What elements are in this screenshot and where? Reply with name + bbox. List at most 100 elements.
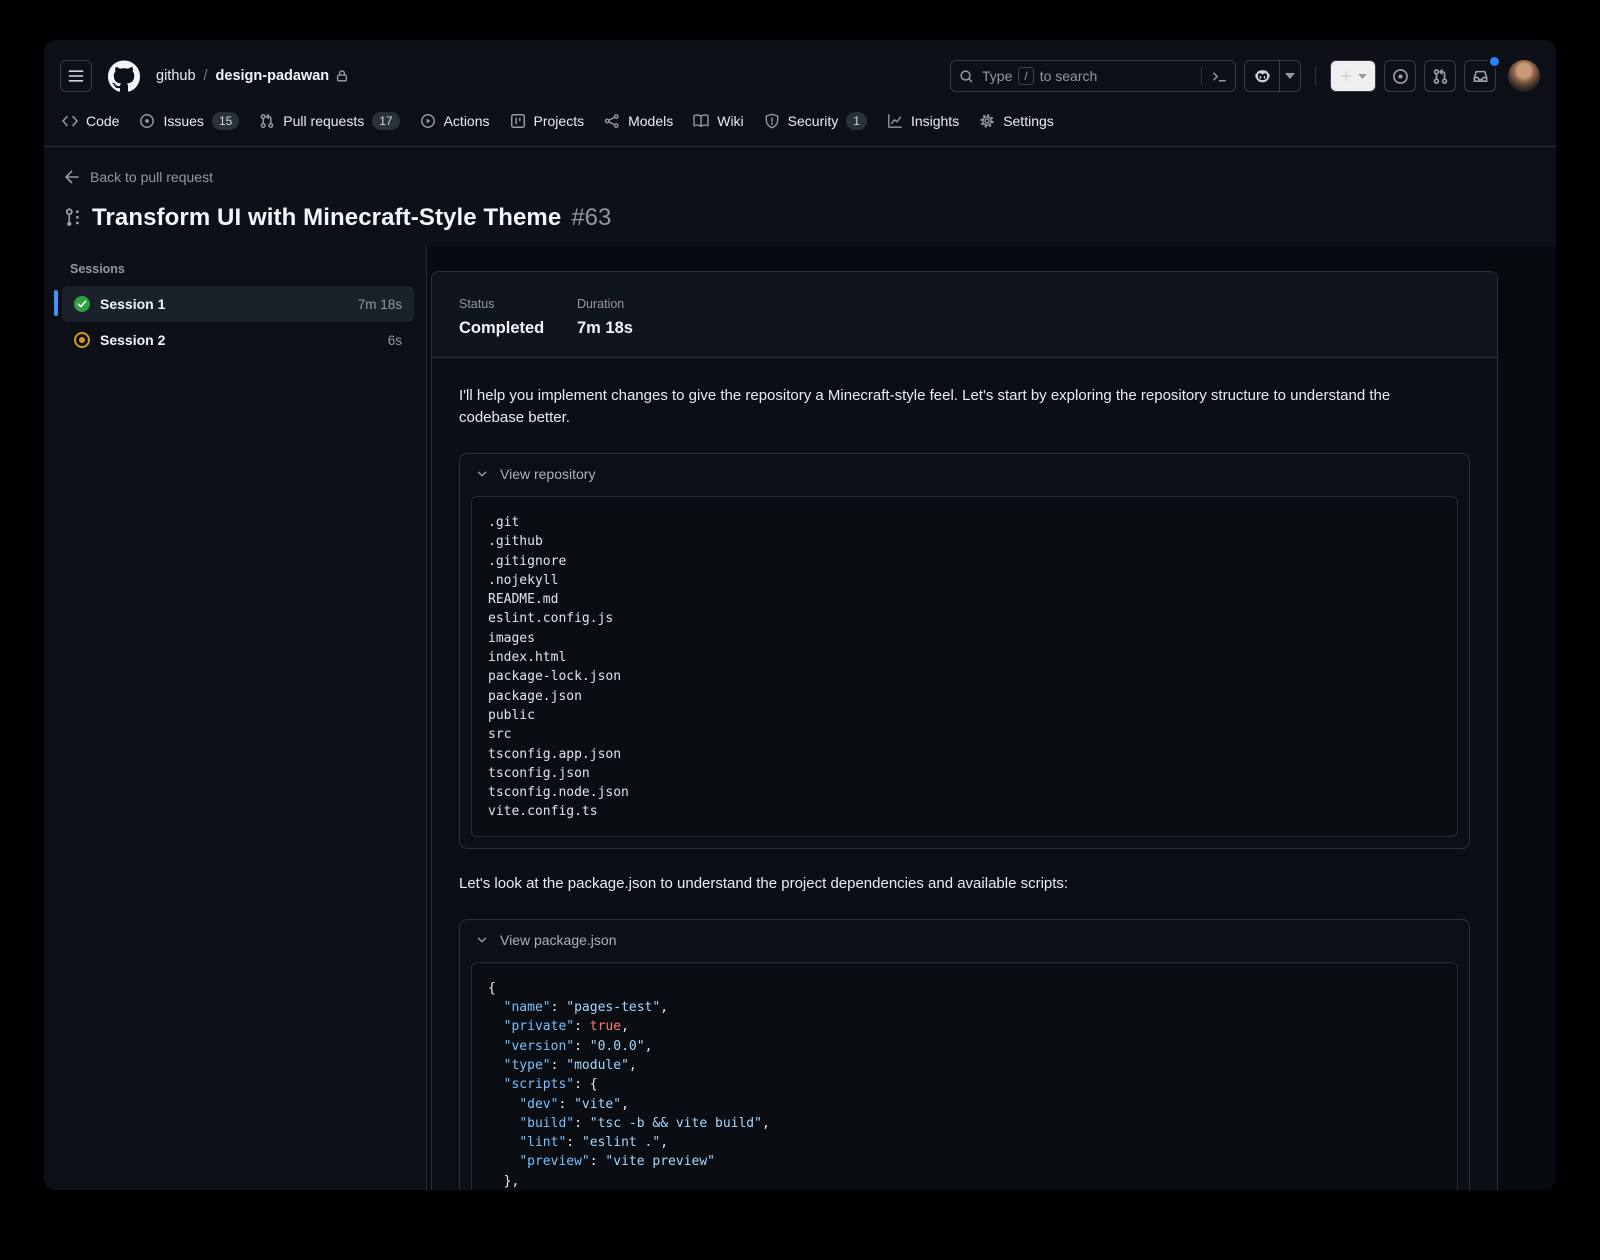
- file-entry: index.html: [488, 648, 1441, 667]
- desktop-background: github / design-padawan Type / to search: [0, 0, 1600, 1260]
- breadcrumb-repo-link[interactable]: design-padawan: [216, 68, 350, 84]
- tab-label: Pull requests: [283, 113, 364, 129]
- command-palette-icon[interactable]: [1212, 69, 1227, 84]
- tab-label: Security: [788, 113, 839, 129]
- file-entry: README.md: [488, 590, 1441, 609]
- duration-value: 7m 18s: [577, 319, 665, 338]
- view-package-json-toggle[interactable]: View package.json: [460, 920, 1469, 960]
- back-to-pull-request-link[interactable]: Back to pull request: [64, 169, 213, 185]
- header-right: Type / to search: [950, 60, 1540, 92]
- tab-settings[interactable]: Settings: [971, 107, 1062, 135]
- view-repository-toggle[interactable]: View repository: [460, 454, 1469, 494]
- file-entry: tsconfig.node.json: [488, 783, 1441, 802]
- page-title: Transform UI with Minecraft-Style Theme …: [64, 204, 1536, 232]
- status-value: Completed: [459, 319, 547, 338]
- code-line: "build": "tsc -b && vite build",: [488, 1114, 1441, 1133]
- chevron-down-icon: [475, 467, 489, 481]
- repo-nav: Code Issues 15 Pull requests 17 Actions …: [44, 104, 1556, 147]
- copilot-button: [1244, 60, 1301, 92]
- search-placeholder-suffix: to search: [1040, 68, 1098, 84]
- file-entry: src: [488, 725, 1441, 744]
- tab-insights[interactable]: Insights: [879, 107, 967, 135]
- file-entry: .github: [488, 532, 1441, 551]
- session-log: I'll help you implement changes to give …: [432, 358, 1497, 1190]
- session-title: Transform UI with Minecraft-Style Theme: [92, 204, 561, 232]
- view-repository-panel: View repository .git.github.gitignore.no…: [459, 453, 1470, 849]
- file-entry: .git: [488, 513, 1441, 532]
- tab-issues[interactable]: Issues 15: [131, 106, 247, 136]
- search-icon: [959, 69, 974, 84]
- pull-requests-header-button[interactable]: [1424, 60, 1456, 92]
- code-line: "lint": "eslint .",: [488, 1133, 1441, 1152]
- graph-icon: [887, 113, 903, 129]
- copilot-icon: [1254, 68, 1271, 85]
- issues-counter: 15: [212, 112, 239, 130]
- models-icon: [604, 113, 620, 129]
- copilot-chat-button[interactable]: [1245, 61, 1279, 91]
- breadcrumb-repo-name: design-padawan: [216, 68, 330, 84]
- file-entry: eslint.config.js: [488, 609, 1441, 628]
- chevron-down-icon: [1285, 73, 1295, 79]
- inbox-button[interactable]: [1464, 60, 1496, 92]
- tab-label: Actions: [444, 113, 490, 129]
- code-icon: [62, 113, 78, 129]
- file-entry: public: [488, 706, 1441, 725]
- create-new-button[interactable]: [1330, 60, 1376, 92]
- hamburger-menu-button[interactable]: [60, 60, 92, 92]
- sidebar-item-session-1[interactable]: Session 1 7m 18s: [62, 286, 414, 322]
- security-counter: 1: [846, 112, 867, 130]
- tab-code[interactable]: Code: [54, 107, 127, 135]
- avatar[interactable]: [1508, 60, 1540, 92]
- search-divider: [1201, 67, 1202, 85]
- issues-header-button[interactable]: [1384, 60, 1416, 92]
- book-icon: [693, 113, 709, 129]
- file-entry: package.json: [488, 687, 1441, 706]
- copilot-dropdown-button[interactable]: [1279, 61, 1300, 91]
- pr-number: #63: [571, 204, 611, 232]
- session-name: Session 2: [100, 332, 378, 348]
- tab-projects[interactable]: Projects: [502, 107, 593, 135]
- play-icon: [420, 113, 436, 129]
- in-progress-icon: [74, 332, 90, 348]
- chevron-down-icon: [1358, 74, 1367, 79]
- tab-wiki[interactable]: Wiki: [685, 107, 751, 135]
- duration-stat: Duration 7m 18s: [577, 297, 665, 338]
- tab-label: Models: [628, 113, 673, 129]
- sidebar-item-session-2[interactable]: Session 2 6s: [62, 322, 414, 358]
- file-entry: tsconfig.app.json: [488, 745, 1441, 764]
- session-name: Session 1: [100, 296, 348, 312]
- header-divider: [1315, 66, 1316, 86]
- tab-security[interactable]: Security 1: [756, 106, 875, 136]
- code-line: "version": "0.0.0",: [488, 1037, 1441, 1056]
- search-placeholder-prefix: Type: [982, 68, 1012, 84]
- tab-actions[interactable]: Actions: [412, 107, 498, 135]
- status-stat: Status Completed: [459, 297, 547, 338]
- github-logo[interactable]: [108, 60, 140, 92]
- status-label: Status: [459, 297, 547, 311]
- breadcrumb-org-link[interactable]: github: [156, 68, 196, 84]
- tab-label: Wiki: [717, 113, 743, 129]
- session-duration: 6s: [388, 333, 402, 348]
- sessions-heading: Sessions: [50, 258, 414, 286]
- code-line: "scripts": {: [488, 1075, 1441, 1094]
- check-circle-icon: [74, 296, 90, 312]
- session-card: Status Completed Duration 7m 18s I'll he…: [431, 271, 1498, 1190]
- package-json-code: { "name": "pages-test", "private": true,…: [471, 962, 1458, 1190]
- session-main: Status Completed Duration 7m 18s I'll he…: [427, 246, 1556, 1190]
- breadcrumb-separator: /: [204, 68, 208, 84]
- tab-label: Code: [86, 113, 119, 129]
- tab-pull-requests[interactable]: Pull requests 17: [251, 106, 407, 136]
- code-line: "name": "pages-test",: [488, 998, 1441, 1017]
- code-line: },: [488, 1172, 1441, 1190]
- agent-session-icon: [64, 208, 82, 228]
- project-icon: [510, 113, 526, 129]
- code-line: "private": true,: [488, 1017, 1441, 1036]
- content-columns: Sessions Session 1 7m 18s Session 2 6s: [44, 246, 1556, 1190]
- file-entry: vite.config.ts: [488, 802, 1441, 821]
- tab-models[interactable]: Models: [596, 107, 681, 135]
- file-entry: tsconfig.json: [488, 764, 1441, 783]
- file-entry: .nojekyll: [488, 571, 1441, 590]
- repository-file-list: .git.github.gitignore.nojekyllREADME.mde…: [471, 496, 1458, 837]
- search-input[interactable]: Type / to search: [950, 60, 1236, 92]
- agent-message: I'll help you implement changes to give …: [459, 385, 1459, 429]
